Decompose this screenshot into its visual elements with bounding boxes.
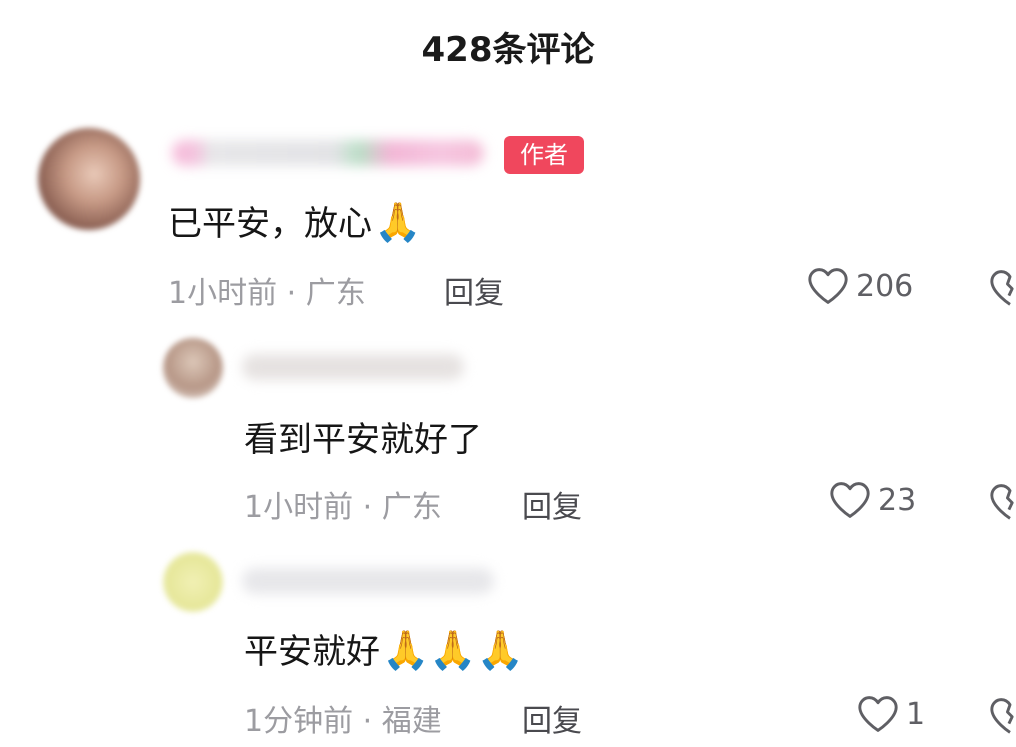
like-button[interactable]: 23: [828, 480, 916, 520]
like-count: 206: [856, 268, 914, 304]
reply-button[interactable]: 回复: [444, 268, 504, 312]
comment-text-body: 已平安，放心: [168, 204, 372, 244]
broken-heart-icon[interactable]: [988, 268, 1016, 308]
reply-text-body: 平安就好: [244, 632, 380, 672]
like-count: 23: [878, 482, 917, 518]
like-button[interactable]: 1: [856, 694, 925, 734]
praying-hands-emoji: 🙏: [374, 200, 422, 244]
comment-meta: 1小时前 · 广东: [168, 276, 366, 311]
avatar[interactable]: [163, 552, 223, 612]
broken-heart-icon[interactable]: [988, 482, 1016, 522]
praying-hands-emoji: 🙏🙏🙏: [382, 628, 524, 672]
username-blurred[interactable]: [172, 140, 484, 166]
username-blurred[interactable]: [242, 354, 464, 380]
author-badge: 作者: [504, 136, 584, 174]
reply-button[interactable]: 回复: [522, 696, 582, 740]
reply-meta: 1小时前 · 广东: [244, 490, 442, 525]
reply-text: 平安就好🙏🙏🙏: [244, 624, 524, 673]
broken-heart-icon[interactable]: [988, 696, 1016, 736]
username-blurred[interactable]: [242, 568, 494, 594]
like-count: 1: [906, 696, 926, 732]
reply-text: 看到平安就好了: [244, 420, 482, 460]
heart-outline-icon: [858, 696, 898, 732]
reply-meta: 1分钟前 · 福建: [244, 704, 442, 739]
comment-text: 已平安，放心🙏: [168, 196, 421, 245]
heart-outline-icon: [808, 268, 848, 304]
avatar[interactable]: [163, 338, 223, 398]
heart-outline-icon: [830, 482, 870, 518]
avatar[interactable]: [38, 128, 140, 230]
reply-button[interactable]: 回复: [522, 482, 582, 526]
comments-count-title: 428条评论: [421, 30, 595, 70]
like-button[interactable]: 206: [806, 266, 913, 306]
